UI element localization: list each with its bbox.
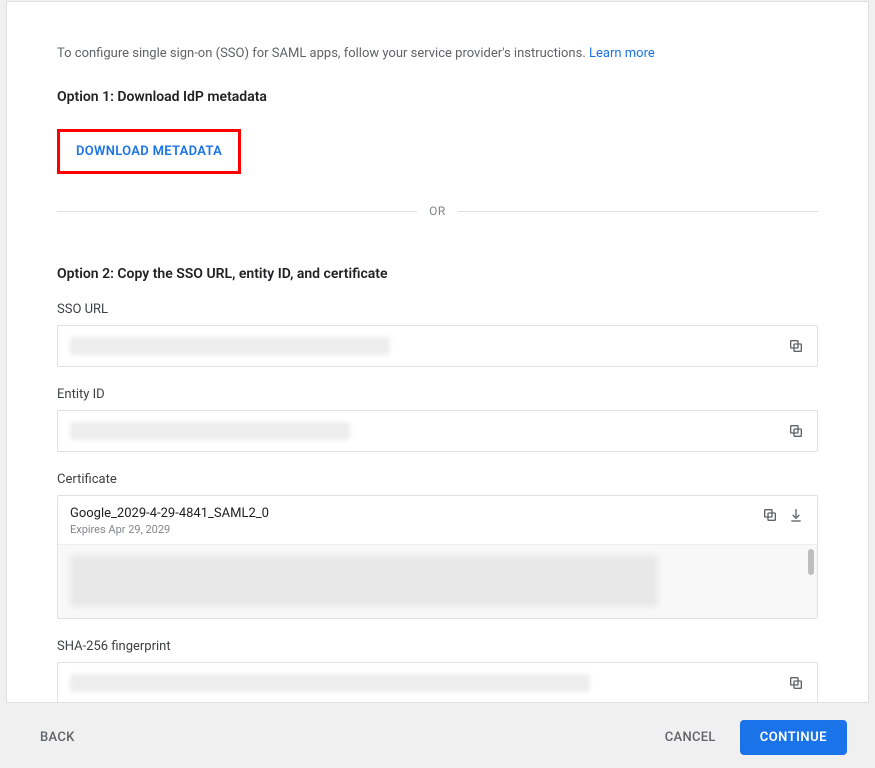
intro-copy: To configure single sign-on (SSO) for SA… — [57, 46, 589, 61]
continue-button[interactable]: CONTINUE — [740, 720, 847, 755]
or-label: OR — [417, 204, 458, 218]
copy-icon[interactable] — [761, 506, 779, 524]
config-card: To configure single sign-on (SSO) for SA… — [6, 1, 869, 703]
copy-icon[interactable] — [787, 674, 805, 692]
certificate-label: Certificate — [57, 472, 818, 487]
entity-id-field — [57, 410, 818, 452]
copy-icon[interactable] — [787, 422, 805, 440]
download-metadata-button[interactable]: DOWNLOAD METADATA — [62, 135, 236, 168]
cancel-button[interactable]: CANCEL — [655, 722, 726, 753]
certificate-name: Google_2029-4-29-4841_SAML2_0 — [70, 506, 753, 521]
download-icon[interactable] — [787, 506, 805, 524]
certificate-box: Google_2029-4-29-4841_SAML2_0 Expires Ap… — [57, 495, 818, 619]
sha-value — [70, 674, 590, 692]
sha-label: SHA-256 fingerprint — [57, 639, 818, 654]
sha-field — [57, 662, 818, 703]
sso-url-value — [70, 337, 390, 355]
intro-text: To configure single sign-on (SSO) for SA… — [57, 46, 818, 61]
sso-url-label: SSO URL — [57, 302, 818, 317]
certificate-content[interactable] — [58, 544, 817, 618]
option2-heading: Option 2: Copy the SSO URL, entity ID, a… — [57, 266, 818, 282]
entity-id-value — [70, 422, 350, 440]
certificate-text — [70, 555, 658, 607]
certificate-expires: Expires Apr 29, 2029 — [70, 523, 753, 536]
entity-id-label: Entity ID — [57, 387, 818, 402]
sso-url-field — [57, 325, 818, 367]
copy-icon[interactable] — [787, 337, 805, 355]
option1-heading: Option 1: Download IdP metadata — [57, 89, 818, 105]
divider-line-right — [458, 211, 818, 212]
divider-line-left — [57, 211, 417, 212]
footer-bar: BACK CANCEL CONTINUE — [0, 706, 875, 768]
scrollbar[interactable] — [808, 549, 814, 575]
learn-more-link[interactable]: Learn more — [589, 46, 655, 61]
or-divider: OR — [57, 204, 818, 218]
certificate-header: Google_2029-4-29-4841_SAML2_0 Expires Ap… — [58, 496, 817, 544]
back-button[interactable]: BACK — [30, 722, 85, 753]
download-metadata-highlight: DOWNLOAD METADATA — [57, 129, 241, 174]
